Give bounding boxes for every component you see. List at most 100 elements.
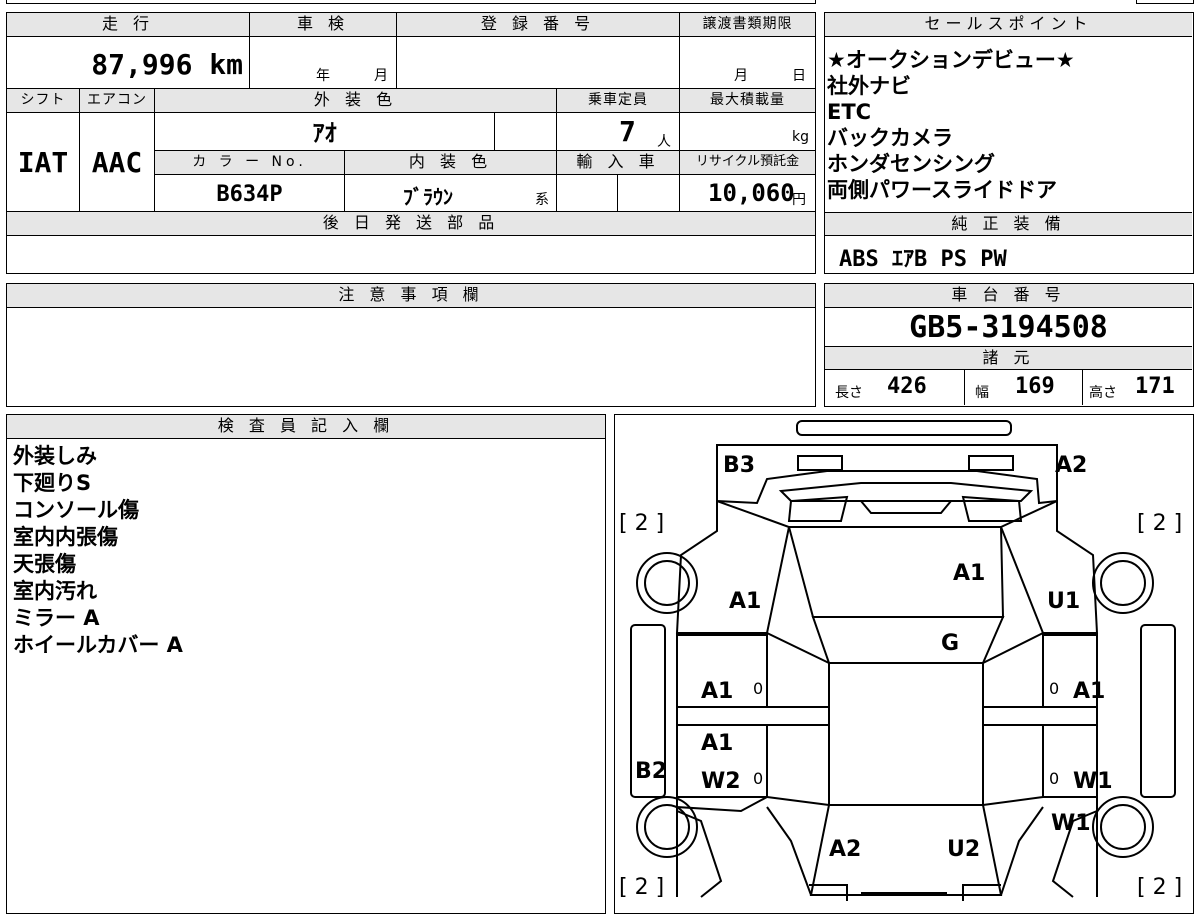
top-strip-right xyxy=(1136,0,1194,4)
mark-hood-right: U2 xyxy=(947,837,981,862)
car-diagram xyxy=(630,420,1176,901)
interior-value: ﾌﾞﾗｳﾝ xyxy=(403,185,453,209)
recycle-header: リサイクル預託金 xyxy=(680,151,815,175)
recycle-value: 10,060 xyxy=(708,179,795,207)
aircon-value: AAC xyxy=(80,113,155,212)
interior-value-cell: ﾌﾞﾗｳﾝ 系 xyxy=(345,175,557,212)
mark-left-front-door-w: W2 xyxy=(701,769,741,794)
sales-point-item: ETC xyxy=(827,100,872,124)
recycle-unit: 円 xyxy=(792,192,806,208)
mark-left-front-door: A1 xyxy=(701,731,734,756)
mark-right-front-door: W1 xyxy=(1073,769,1113,794)
aircon-header: エアコン xyxy=(80,89,155,113)
mark-left-rear-door: A1 xyxy=(701,679,734,704)
shift-value: IAT xyxy=(7,113,80,212)
inspector-item: ホイールカバー A xyxy=(13,633,183,657)
mark-right-rear-door: A1 xyxy=(1073,679,1106,704)
color-no-header: カ ラ ー No. xyxy=(155,151,345,175)
exterior-value: ｱｵ xyxy=(155,113,495,151)
standard-equipment-header: 純 正 装 備 xyxy=(825,212,1192,236)
mark-zero-3: 0 xyxy=(753,769,764,788)
inspector-box: 検 査 員 記 入 欄 外装しみ 下廻りS コンソール傷 室内内張傷 天張傷 室… xyxy=(6,414,606,914)
mark-hood-left: A2 xyxy=(829,837,862,862)
inspector-item: コンソール傷 xyxy=(13,498,139,522)
inspector-item: 下廻りS xyxy=(13,471,92,495)
inspector-header: 検 査 員 記 入 欄 xyxy=(7,415,605,439)
tire-left-bottom: [ 2 ] xyxy=(619,875,665,900)
max-load-value-cell: kg xyxy=(680,113,815,151)
vehicle-info-table: 走 行 車 検 登 録 番 号 譲渡書類期限 87,996 km 年 月 月 日… xyxy=(6,12,816,274)
transfer-month-label: 月 xyxy=(734,68,748,84)
spec-length: 長さ 426 xyxy=(825,370,965,405)
sales-points-box: セールスポイント ★オークションデビュー★ 社外ナビ ETC バックカメラ ホン… xyxy=(824,12,1194,274)
sales-points-header: セールスポイント xyxy=(825,13,1192,37)
tire-right-bottom: [ 2 ] xyxy=(1137,875,1183,900)
color-no-value: B634P xyxy=(155,175,345,212)
transfer-header: 譲渡書類期限 xyxy=(680,13,815,37)
mark-left-quarter: A1 xyxy=(729,589,762,614)
chassis-box: 車 台 番 号 GB5-3194508 諸 元 長さ 426 幅 169 高さ … xyxy=(824,283,1194,407)
inspector-item: ミラー A xyxy=(13,606,100,630)
mark-rear-right: A2 xyxy=(1055,453,1088,478)
capacity-unit: 人 xyxy=(657,134,671,150)
sales-point-item: 社外ナビ xyxy=(827,74,911,98)
mark-zero-1: 0 xyxy=(753,679,764,698)
chassis-header: 車 台 番 号 xyxy=(825,284,1192,308)
registration-header: 登 録 番 号 xyxy=(397,13,680,37)
sales-point-item: ★オークションデビュー★ xyxy=(827,48,1075,72)
mark-zero-4: 0 xyxy=(1049,769,1060,788)
transfer-day-label: 日 xyxy=(792,68,806,84)
inspection-year-label: 年 xyxy=(316,68,330,84)
spec-height-value: 171 xyxy=(1135,374,1175,399)
capacity-header: 乗車定員 xyxy=(557,89,680,113)
mileage-value: 87,996 km xyxy=(7,37,250,89)
inspection-value: 年 月 xyxy=(250,37,397,89)
max-load-header: 最大積載量 xyxy=(680,89,815,113)
spec-length-value: 426 xyxy=(887,374,927,399)
capacity-value: 7 xyxy=(619,115,636,148)
mark-right-front-fender: W1 xyxy=(1051,811,1091,836)
recycle-value-cell: 10,060 円 xyxy=(680,175,815,212)
notes-header: 注 意 事 項 欄 xyxy=(7,284,815,308)
tire-left-top: [ 2 ] xyxy=(619,511,665,536)
sales-point-item: バックカメラ xyxy=(827,126,953,150)
transfer-value: 月 日 xyxy=(680,37,815,89)
mark-rear-left: B3 xyxy=(723,453,756,478)
spec-width-label: 幅 xyxy=(975,385,989,401)
car-diagram-box: [ 2 ] [ 2 ] [ 2 ] [ 2 ] B3 A2 A1 A1 U1 G… xyxy=(614,414,1194,914)
inspector-item: 天張傷 xyxy=(13,552,76,576)
mark-glass: G xyxy=(941,631,960,656)
inspection-month-label: 月 xyxy=(374,68,388,84)
mileage-header: 走 行 xyxy=(7,13,250,37)
spec-length-label: 長さ xyxy=(835,385,863,401)
standard-equipment-value: ABS ｴｱB PS PW xyxy=(839,247,1007,272)
exterior-header: 外 装 色 xyxy=(155,89,557,113)
inspector-item: 室内内張傷 xyxy=(13,525,118,549)
later-parts-value xyxy=(7,236,815,272)
spec-height: 高さ 171 xyxy=(1083,370,1192,405)
inspector-item: 室内汚れ xyxy=(13,579,97,603)
mark-zero-2: 0 xyxy=(1049,679,1060,698)
inspector-item: 外装しみ xyxy=(13,444,97,468)
notes-box: 注 意 事 項 欄 xyxy=(6,283,816,407)
inspection-header: 車 検 xyxy=(250,13,397,37)
tire-right-top: [ 2 ] xyxy=(1137,511,1183,536)
exterior-extra xyxy=(495,113,557,151)
import-value-a xyxy=(557,175,618,212)
top-strip xyxy=(6,0,816,4)
mark-left-sill: B2 xyxy=(635,759,668,784)
capacity-value-cell: 7 人 xyxy=(557,113,680,151)
max-load-unit: kg xyxy=(792,129,809,145)
spec-height-label: 高さ xyxy=(1089,385,1117,401)
interior-suffix: 系 xyxy=(535,192,549,208)
spec-width: 幅 169 xyxy=(965,370,1083,405)
sales-point-item: ホンダセンシング xyxy=(827,152,995,176)
import-header: 輸 入 車 xyxy=(557,151,680,175)
sales-point-item: 両側パワースライドドア xyxy=(827,178,1057,202)
spec-width-value: 169 xyxy=(1015,374,1055,399)
import-value-b xyxy=(618,175,680,212)
chassis-number: GB5-3194508 xyxy=(909,310,1108,345)
sales-points-list: ★オークションデビュー★ 社外ナビ ETC バックカメラ ホンダセンシング 両側… xyxy=(825,47,1192,203)
later-parts-header: 後 日 発 送 部 品 xyxy=(7,212,815,236)
inspector-list: 外装しみ 下廻りS コンソール傷 室内内張傷 天張傷 室内汚れ ミラー A ホイ… xyxy=(7,443,597,659)
